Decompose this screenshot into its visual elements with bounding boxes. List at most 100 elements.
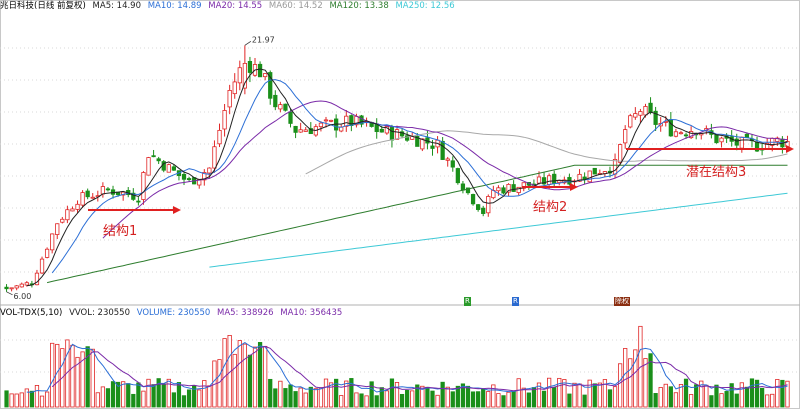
candle-body <box>303 129 308 132</box>
volume-bar <box>364 395 369 408</box>
volume-bar <box>389 378 395 408</box>
candle-body <box>273 94 278 108</box>
volume-bar <box>171 392 177 408</box>
volume-bar <box>141 390 146 408</box>
volume-bar <box>44 391 50 408</box>
candle-body <box>445 158 450 161</box>
candle-body <box>100 186 106 195</box>
volume-bar <box>323 378 329 408</box>
volume-bar <box>161 383 166 408</box>
candle-body <box>19 283 24 288</box>
volume-bar <box>100 386 106 408</box>
volume-bar <box>683 378 689 408</box>
volume-bar <box>359 393 364 408</box>
candle-body <box>237 67 242 84</box>
volume-bar <box>486 391 491 408</box>
volume-bar <box>445 386 450 408</box>
volume-bar <box>496 393 501 408</box>
volume-bar <box>739 382 744 408</box>
volume-bar <box>384 390 389 408</box>
candle-body <box>623 129 628 144</box>
volume-bar <box>694 384 699 408</box>
volume-bar <box>197 389 202 408</box>
volume-bar <box>70 344 75 408</box>
candle-body <box>85 190 90 198</box>
volume-bar <box>29 390 35 408</box>
volume-bar <box>450 391 455 408</box>
volume-bar <box>607 389 613 408</box>
volume-bar <box>4 390 9 408</box>
candle-body <box>511 184 516 192</box>
volume-bar <box>516 378 521 408</box>
volume-bar <box>455 385 460 408</box>
volume-bar <box>176 382 182 408</box>
volume-bar <box>759 387 765 408</box>
event-tag-exright: 除权 <box>614 297 630 306</box>
candle-body <box>50 233 55 251</box>
high-price-label: 21.97 <box>252 35 275 44</box>
volume-bar <box>181 395 187 408</box>
volume-bar <box>273 388 278 408</box>
candle-body <box>547 175 552 185</box>
volume-bar <box>612 386 618 408</box>
volume-bar <box>293 391 298 408</box>
candle-body <box>65 209 70 221</box>
volume-bar <box>780 379 785 408</box>
candle-body <box>379 128 384 133</box>
candle-body <box>24 282 29 286</box>
candle-body <box>171 166 177 171</box>
candle-body <box>496 187 501 192</box>
volume-bar <box>617 363 623 408</box>
candle-body <box>60 218 65 223</box>
volume-bar <box>247 354 253 408</box>
volume-bar <box>263 345 268 408</box>
volume-bar <box>126 383 131 408</box>
volume-bar <box>110 381 116 408</box>
legend-ma10: MA10: 14.89 <box>147 1 202 11</box>
volume-bar <box>724 391 729 408</box>
ma20-line <box>102 100 788 239</box>
volume-bar <box>354 392 359 408</box>
candle-body <box>557 180 562 183</box>
volume-bar <box>34 385 40 408</box>
volume-bar <box>146 378 151 408</box>
event-tag-r2: R <box>512 297 519 306</box>
structure-3-arrow-head <box>786 145 794 153</box>
candle-body <box>278 104 283 110</box>
candle-body <box>242 62 247 89</box>
volume-bar <box>572 382 577 408</box>
candle-body <box>9 287 14 290</box>
volume-bar <box>105 388 111 408</box>
volume-bar <box>405 389 410 408</box>
vol-ma10: MA10: 356435 <box>280 308 343 318</box>
volume-bar <box>349 378 354 408</box>
volume-bar <box>222 338 227 408</box>
low-price-label: 6.00 <box>14 292 32 301</box>
volume-bar <box>425 386 430 408</box>
volume-bar <box>318 387 324 408</box>
candle-body <box>232 81 237 95</box>
candlestick-chart-svg: 21.97 6.00 <box>0 0 800 409</box>
volume-bar <box>501 395 506 408</box>
candle-body <box>719 137 724 143</box>
candle-body <box>638 111 643 116</box>
candle-body <box>70 208 75 212</box>
candle-body <box>136 200 141 203</box>
volume-bar <box>481 388 486 408</box>
vol-volume: VOLUME: 230550 <box>136 308 211 318</box>
candle-body <box>476 204 481 210</box>
stock-title: 兆日科技(日线 前复权) <box>0 1 86 11</box>
volume-bar <box>121 381 126 408</box>
volume-bar <box>151 384 156 408</box>
volume-bar <box>313 388 318 408</box>
volume-ma10-line <box>51 345 788 392</box>
volume-bar <box>552 387 557 408</box>
candle-body <box>166 164 171 173</box>
volume-bar <box>186 389 192 408</box>
candle-body <box>207 167 212 174</box>
candle-body <box>460 183 466 191</box>
volume-bar <box>50 342 55 408</box>
volume-bar <box>734 393 739 408</box>
ma10-line <box>51 79 788 274</box>
candle-body <box>288 111 293 124</box>
